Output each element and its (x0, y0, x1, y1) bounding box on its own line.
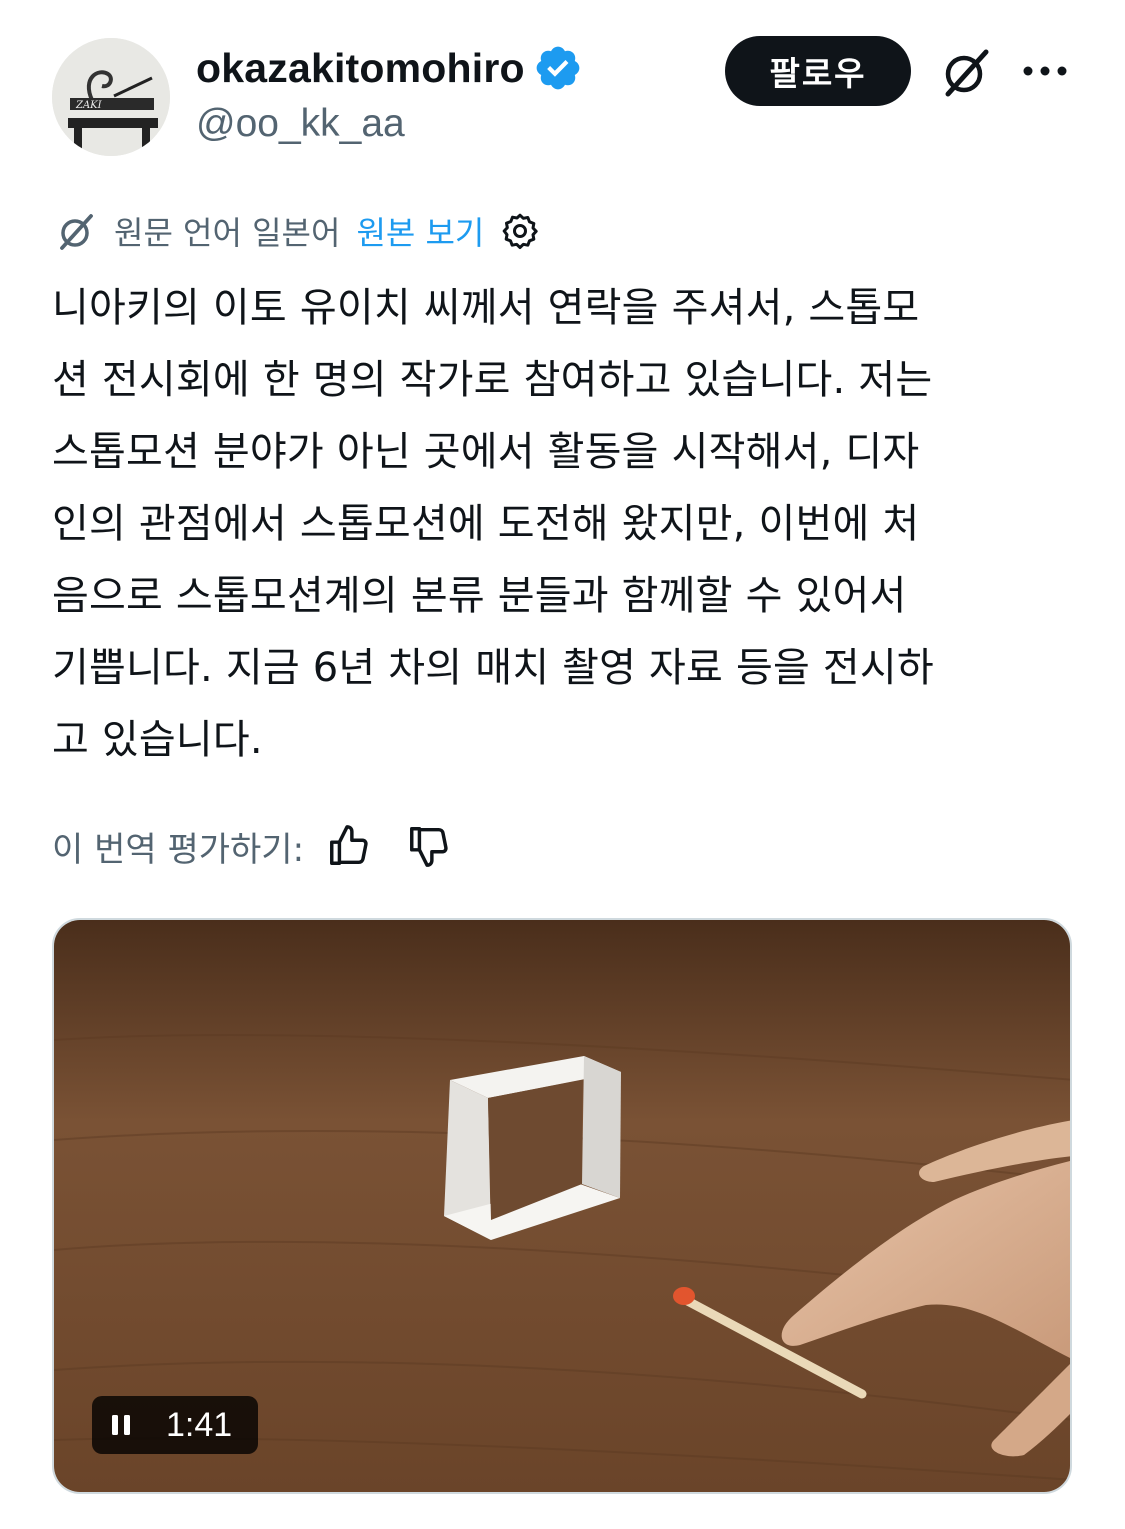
tweet-text-line: 니아키의 이토 유이치 씨께서 연락을 주셔서, 스톱모 (52, 285, 920, 331)
user-handle[interactable]: @oo_kk_aa (196, 102, 405, 146)
follow-button[interactable]: 팔로우 (725, 36, 911, 106)
tweet-text-line: 음으로 스톱모션계의 본류 분들과 함께할 수 있어서 (52, 573, 907, 619)
video-duration-badge: 1:41 (92, 1396, 258, 1454)
svg-text:ZAKI: ZAKI (75, 100, 103, 111)
tweet-text-line: 기쁩니다. 지금 6년 차의 매치 촬영 자료 등을 전시하 (52, 645, 934, 691)
grok-icon[interactable] (940, 46, 992, 98)
thumbs-up-icon[interactable] (326, 823, 372, 869)
grok-translate-icon (56, 211, 96, 251)
thumbs-down-icon[interactable] (406, 823, 452, 869)
tweet-text-line: 고 있습니다. (52, 717, 263, 763)
author-name-row: okazakitomohiro (196, 40, 583, 96)
tweet-text-line: 인의 관점에서 스톱모션에 도전해 왔지만, 이번에 처 (52, 501, 920, 547)
rate-translation-row: 이 번역 평가하기: (52, 820, 452, 872)
translation-info-row: 원문 언어 일본어 원본 보기 (56, 208, 540, 254)
video-duration: 1:41 (166, 1405, 233, 1444)
source-language-label: 원문 언어 일본어 (114, 214, 341, 252)
view-original-link[interactable]: 원본 보기 (356, 208, 484, 254)
gear-icon[interactable] (500, 211, 540, 251)
rate-translation-label: 이 번역 평가하기: (52, 829, 305, 870)
display-name[interactable]: okazakitomohiro (196, 45, 525, 92)
tweet-text: 니아키의 이토 유이치 씨께서 연락을 주셔서, 스톱모 션 전시회에 한 명의… (52, 272, 1082, 776)
tweet-text-line: 션 전시회에 한 명의 작가로 참여하고 있습니다. 저는 (52, 357, 933, 403)
avatar[interactable]: ZAKI (52, 38, 170, 156)
pause-icon[interactable] (108, 1412, 134, 1438)
more-options-icon[interactable] (1022, 58, 1068, 84)
tweet-text-line: 스톱모션 분야가 아닌 곳에서 활동을 시작해서, 디자 (52, 429, 920, 475)
verified-badge-icon[interactable] (533, 43, 583, 93)
video-player[interactable]: 1:41 (52, 918, 1072, 1494)
